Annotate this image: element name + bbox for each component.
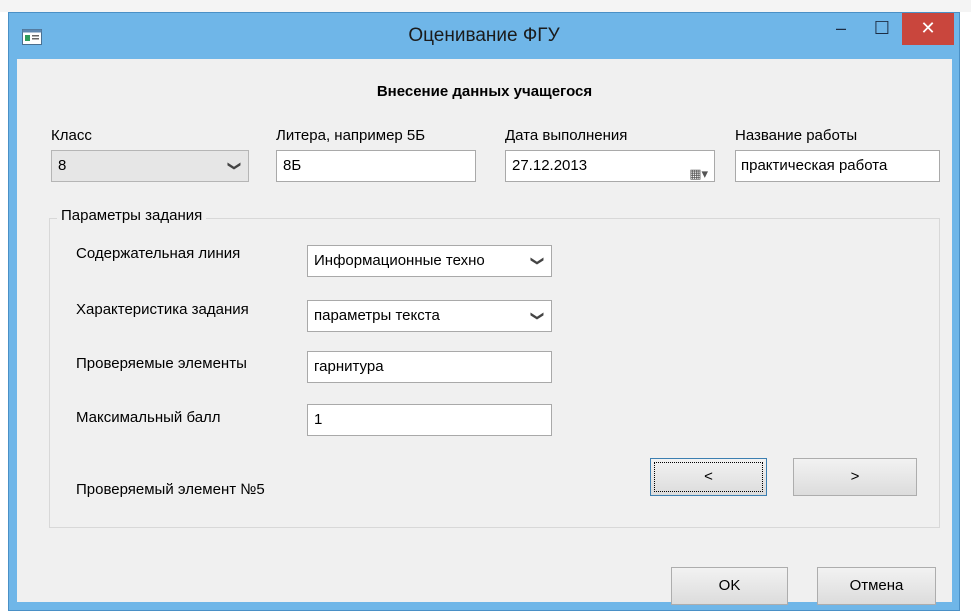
form-heading: Внесение данных учащегося bbox=[376, 83, 593, 100]
max-label: Максимальный балл bbox=[76, 409, 221, 426]
max-score-input[interactable]: 1 bbox=[307, 404, 552, 436]
background-strip bbox=[0, 0, 971, 12]
work-label: Название работы bbox=[735, 127, 858, 144]
close-button[interactable]: ✕ bbox=[902, 13, 954, 45]
next-element-button[interactable]: > bbox=[793, 458, 917, 496]
window-title: Оценивание ФГУ bbox=[408, 25, 560, 46]
class-value: 8 bbox=[58, 157, 67, 174]
date-picker[interactable]: 27.12.2013 ▦▾ bbox=[505, 150, 715, 182]
client-area: Внесение данных учащегося Класс 8 ❯ Лите… bbox=[17, 59, 952, 605]
elements-input[interactable]: гарнитура bbox=[307, 351, 552, 383]
letter-input[interactable]: 8Б bbox=[276, 150, 476, 182]
char-value: параметры текста bbox=[314, 307, 440, 324]
elements-label: Проверяемые элементы bbox=[76, 355, 247, 372]
line-label: Содержательная линия bbox=[76, 245, 241, 262]
element-counter: Проверяемый элемент №5 bbox=[76, 481, 265, 498]
params-group-title: Параметры задания bbox=[57, 207, 207, 224]
char-label: Характеристика задания bbox=[76, 301, 249, 318]
class-select[interactable]: 8 ❯ bbox=[51, 150, 249, 182]
letter-label: Литера, например 5Б bbox=[276, 127, 426, 144]
chevron-down-icon[interactable]: ❯ bbox=[523, 311, 551, 322]
next-label: > bbox=[850, 468, 860, 485]
class-label: Класс bbox=[51, 127, 92, 144]
dialog-window: Оценивание ФГУ – ☐ ✕ Внесение данных уча… bbox=[8, 12, 960, 611]
line-value: Информационные техно bbox=[314, 252, 485, 269]
chevron-down-icon[interactable]: ❯ bbox=[523, 256, 551, 267]
date-label: Дата выполнения bbox=[505, 127, 628, 144]
char-select[interactable]: параметры текста ❯ bbox=[307, 300, 552, 332]
chevron-down-icon[interactable]: ❯ bbox=[220, 161, 248, 172]
minimize-button[interactable]: – bbox=[821, 13, 861, 45]
cancel-button[interactable]: Отмена bbox=[817, 567, 936, 605]
title-bar[interactable]: Оценивание ФГУ – ☐ ✕ bbox=[9, 13, 959, 59]
prev-element-button[interactable]: < bbox=[650, 458, 767, 496]
date-value: 27.12.2013 bbox=[512, 157, 588, 174]
work-name-input[interactable]: практическая работа bbox=[735, 150, 940, 182]
ok-button[interactable]: OK bbox=[671, 567, 788, 605]
maximize-button[interactable]: ☐ bbox=[862, 13, 902, 45]
line-select[interactable]: Информационные техно ❯ bbox=[307, 245, 552, 277]
calendar-icon[interactable]: ▦▾ bbox=[689, 159, 708, 181]
focus-ring bbox=[654, 462, 763, 492]
